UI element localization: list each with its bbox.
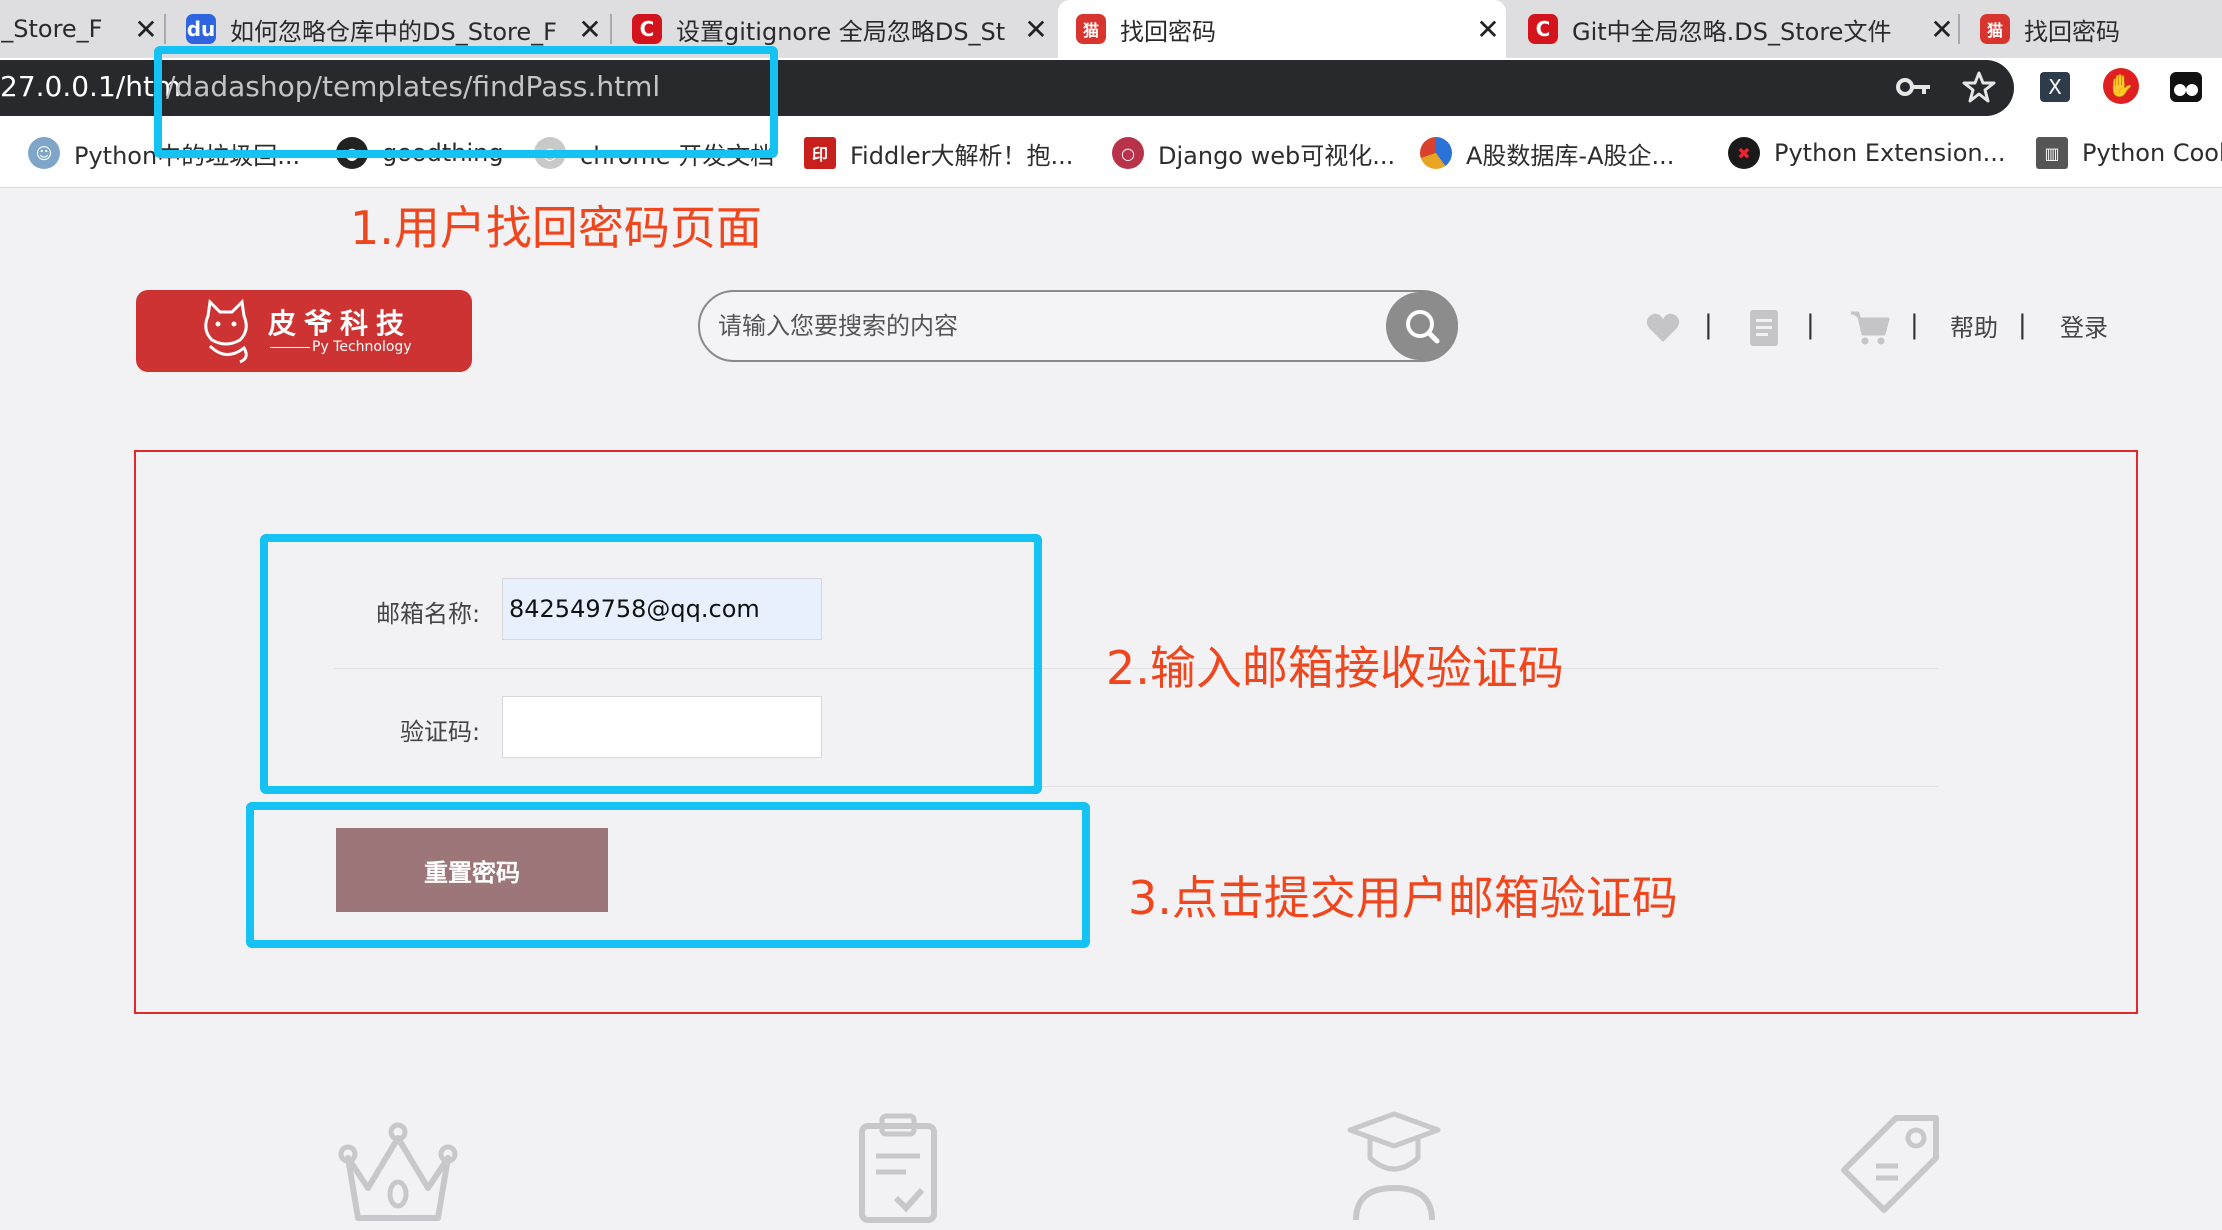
bookmark-label: Fiddler大解析！抱...	[850, 141, 1074, 170]
tab-5[interactable]: C Git中全局忽略.DS_Store文件 ✕	[1510, 0, 1960, 58]
logo-text-cn: 皮爷科技	[268, 307, 413, 340]
annotation-1: 1.用户找回密码页面	[350, 201, 762, 255]
avatar-icon: ☺	[28, 137, 60, 169]
tab-title: 找回密码	[2024, 17, 2120, 46]
search-input[interactable]	[718, 306, 1348, 346]
stop-hand-icon[interactable]: ✋	[2103, 68, 2139, 104]
bookmark-label: Python Extension...	[1774, 139, 2006, 167]
cart-icon[interactable]	[1850, 310, 1890, 346]
tab-divider	[610, 14, 612, 44]
csdn-c-icon: C	[632, 14, 662, 44]
tab-divider	[1958, 14, 1960, 44]
bookmark-item[interactable]: 印 Fiddler大解析！抱...	[804, 136, 1073, 170]
highlight-form-box	[260, 534, 1042, 794]
spy-glasses-icon[interactable]	[2170, 72, 2202, 102]
nav-separator: |	[1704, 310, 1713, 340]
help-link[interactable]: 帮助	[1950, 308, 1998, 343]
nav-separator: |	[1806, 310, 1815, 340]
close-icon[interactable]: ✕	[1924, 13, 1960, 46]
annotation-2: 2.输入邮箱接收验证码	[1106, 641, 1564, 695]
tab-title: Git中全局忽略.DS_Store文件	[1572, 17, 1892, 46]
graduate-icon	[1347, 1111, 1441, 1221]
extension-x-icon[interactable]: X	[2040, 72, 2070, 102]
tab-divider	[164, 14, 166, 44]
highlight-url-box	[154, 46, 778, 158]
bookmark-label: A股数据库-A股企...	[1466, 141, 1675, 170]
nav-separator: |	[2018, 310, 2027, 340]
red-stamp-icon: 印	[804, 137, 836, 169]
close-icon[interactable]: ✕	[128, 13, 164, 46]
logo-text-en: Py Technology	[312, 339, 412, 355]
close-icon[interactable]: ✕	[572, 13, 608, 46]
tab-4-active[interactable]: 猫 找回密码 ✕	[1058, 0, 1506, 58]
tab-title: 找回密码	[1120, 17, 1216, 46]
logo-dash	[270, 347, 310, 348]
highlight-button-box	[246, 802, 1090, 948]
clipboard-check-icon	[859, 1113, 937, 1223]
tab-title: 设置gitignore 全局忽略DS_St	[676, 17, 1006, 46]
black-x-icon: ✖	[1728, 137, 1760, 169]
tab-title: S_Store_F	[0, 15, 103, 43]
price-tag-icon	[1841, 1115, 1939, 1213]
bookmark-item[interactable]: ✖ Python Extension...	[1728, 136, 2006, 170]
csdn-c-icon: C	[1528, 14, 1558, 44]
tab-title: 如何忽略仓库中的DS_Store_F	[230, 17, 557, 46]
star-icon[interactable]	[1962, 70, 1996, 104]
bookmark-label: Django web可视化...	[1158, 141, 1396, 170]
bookmark-label: Python Cook	[2082, 139, 2222, 167]
tab-6[interactable]: 猫 找回密码	[1962, 0, 2222, 58]
book-icon: ▥	[2036, 137, 2068, 169]
cat-logo-icon: 猫	[1980, 14, 2010, 44]
pie-chart-icon	[1420, 137, 1452, 169]
search-icon	[1406, 310, 1440, 344]
baidu-paw-icon: du	[186, 14, 216, 44]
heart-icon[interactable]	[1645, 312, 1681, 344]
nav-separator: |	[1910, 310, 1919, 340]
close-icon[interactable]: ✕	[1018, 13, 1054, 46]
crown-icon	[338, 1122, 458, 1221]
bookmark-item[interactable]: A股数据库-A股企...	[1420, 136, 1674, 170]
red-circle-icon: ○	[1112, 137, 1144, 169]
cat-logo-icon	[204, 298, 248, 364]
cat-logo-icon: 猫	[1076, 14, 1106, 44]
close-icon[interactable]: ✕	[1470, 13, 1506, 46]
search-button[interactable]	[1386, 292, 1458, 360]
annotation-3: 3.点击提交用户邮箱验证码	[1128, 871, 1678, 925]
bookmark-item[interactable]: ▥ Python Cook	[2036, 136, 2222, 170]
key-icon[interactable]	[1896, 72, 1932, 102]
tab-1[interactable]: S_Store_F ✕	[0, 0, 164, 58]
bookmark-item[interactable]: ○ Django web可视化...	[1112, 136, 1395, 170]
login-link[interactable]: 登录	[2060, 308, 2108, 343]
document-icon[interactable]	[1750, 310, 1778, 346]
